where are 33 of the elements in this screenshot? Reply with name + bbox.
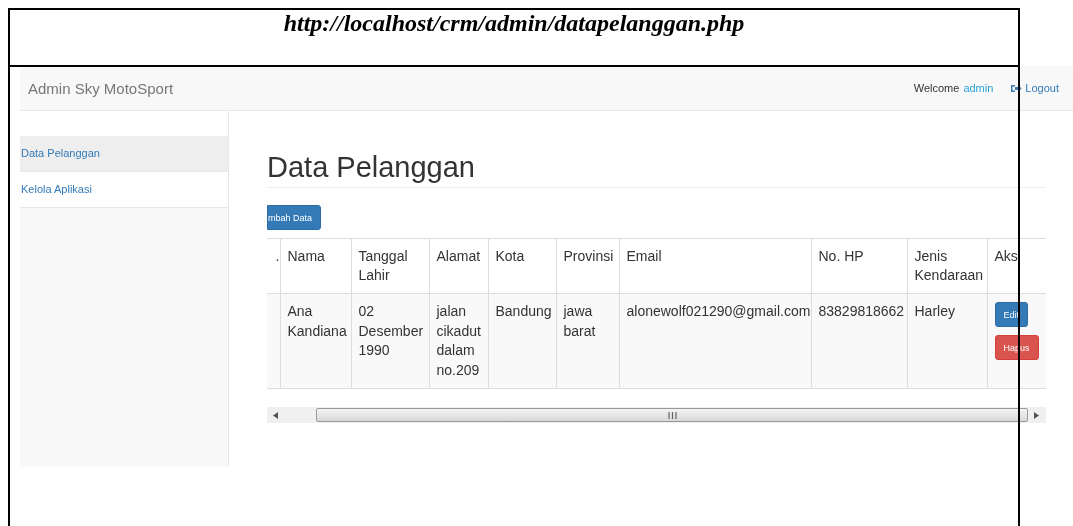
logout-link[interactable]: Logout — [1025, 82, 1059, 94]
add-data-button[interactable]: mbah Data — [267, 205, 322, 230]
column-header: . — [275, 248, 280, 264]
table-cell: 83829818662 — [818, 303, 905, 319]
horizontal-scrollbar[interactable] — [267, 407, 1046, 423]
table-cell: Bandung — [495, 303, 552, 319]
brand-title: Admin Sky MotoSport — [28, 79, 174, 97]
column-header: Jenis Kendaraan — [914, 248, 983, 283]
logout-icon — [1011, 83, 1023, 93]
url-caption: http://localhost/crm/admin/datapelanggan.php — [283, 10, 745, 38]
table-cell: 02 Desember 1990 — [358, 303, 424, 358]
user-link[interactable]: admin — [963, 82, 994, 94]
scroll-left-icon[interactable] — [273, 411, 278, 419]
welcome-text: Welcome — [913, 82, 960, 94]
column-header: Kota — [495, 248, 525, 264]
column-header: Tanggal Lahir — [358, 248, 408, 283]
column-header: Email — [626, 248, 662, 264]
table-cell: jawa barat — [563, 303, 596, 339]
scrollbar-thumb[interactable] — [316, 408, 1028, 422]
column-header: No. HP — [818, 248, 864, 264]
table-cell: Harley — [914, 303, 955, 319]
column-header: Nama — [287, 248, 325, 264]
table-cell: jalan cikadut dalam no.209 — [436, 303, 481, 378]
edit-button[interactable]: Edit — [994, 302, 1028, 327]
table-cell: Ana Kandiana — [287, 303, 347, 339]
table-cell: alonewolf021290@gmail.com — [626, 303, 811, 319]
column-header: Alamat — [436, 248, 481, 264]
grip-icon — [667, 411, 677, 419]
column-header: Provinsi — [563, 248, 614, 264]
sidebar-item[interactable]: Data Pelanggan — [20, 136, 228, 172]
page-title: Data Pelanggan — [267, 150, 476, 185]
scroll-right-icon[interactable] — [1034, 411, 1039, 419]
sidebar-item[interactable]: Kelola Aplikasi — [20, 172, 228, 208]
